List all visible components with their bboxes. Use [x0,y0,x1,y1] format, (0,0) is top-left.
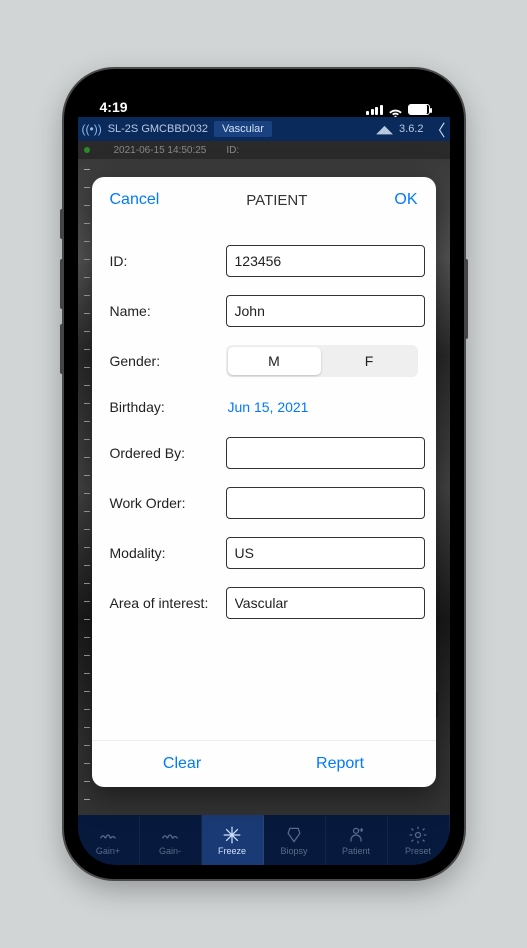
bottom-toolbar: Gain+ Gain- Freeze Biopsy Patient Preset [78,815,450,865]
ok-button[interactable]: OK [394,191,417,209]
cellular-signal-icon [366,105,383,115]
app-top-bar: ((•)) SL-2S GMCBBD032 Vascular ◢◣ 3.6.2 … [78,117,450,141]
nav-biopsy[interactable]: Biopsy [264,815,326,865]
device-id: SL-2S GMCBBD032 [108,123,208,135]
name-label: Name: [110,303,216,319]
app-version: 3.6.2 [399,123,423,135]
scan-info-bar: 2021-06-15 14:50:25 ID: [78,141,450,159]
work-order-input[interactable] [226,487,425,519]
biopsy-icon [284,825,304,845]
cancel-button[interactable]: Cancel [110,191,160,209]
nav-preset[interactable]: Preset [388,815,450,865]
wifi-icon [388,104,403,115]
scan-id-label: ID: [226,145,239,156]
id-label: ID: [110,253,216,269]
probe-signal-icon: ((•)) [82,122,102,136]
dialog-title: PATIENT [246,192,307,209]
patient-icon [346,825,366,845]
nav-patient[interactable]: Patient [326,815,388,865]
clock-time: 4:19 [100,99,128,115]
scan-timestamp: 2021-06-15 14:50:25 [114,145,207,156]
aoi-label: Area of interest: [110,595,216,611]
probe-icon: ◢◣ [376,123,393,136]
work-order-label: Work Order: [110,495,216,511]
clear-button[interactable]: Clear [163,755,201,773]
snowflake-icon [222,825,242,845]
aoi-input[interactable] [226,587,425,619]
birthday-label: Birthday: [110,399,216,415]
nav-gain-plus[interactable]: Gain+ [78,815,140,865]
patient-dialog: Cancel PATIENT OK ID: Name: Gender: M [92,177,436,787]
name-input[interactable] [226,295,425,327]
back-chevron-icon[interactable]: 〈 [429,117,445,141]
nav-label: Patient [342,846,370,856]
nav-label: Biopsy [280,846,307,856]
gender-segmented-control[interactable]: M F [226,345,418,377]
battery-icon [408,104,430,115]
status-dot-icon [84,147,90,153]
nav-gain-minus[interactable]: Gain- [140,815,202,865]
nav-freeze[interactable]: Freeze [202,815,264,865]
gender-label: Gender: [110,353,216,369]
nav-label: Preset [405,846,431,856]
gear-icon [408,825,428,845]
scan-mode-selector[interactable]: Vascular [214,121,272,137]
gender-female-option[interactable]: F [323,347,416,375]
modality-input[interactable] [226,537,425,569]
birthday-picker[interactable]: Jun 15, 2021 [226,395,311,419]
nav-label: Gain+ [96,846,120,856]
id-input[interactable] [226,245,425,277]
wave-icon [160,825,180,845]
gender-male-option[interactable]: M [228,347,321,375]
wave-icon [98,825,118,845]
ordered-by-input[interactable] [226,437,425,469]
nav-label: Freeze [218,846,246,856]
nav-label: Gain- [159,846,181,856]
modality-label: Modality: [110,545,216,561]
report-button[interactable]: Report [316,755,364,773]
ordered-by-label: Ordered By: [110,445,216,461]
